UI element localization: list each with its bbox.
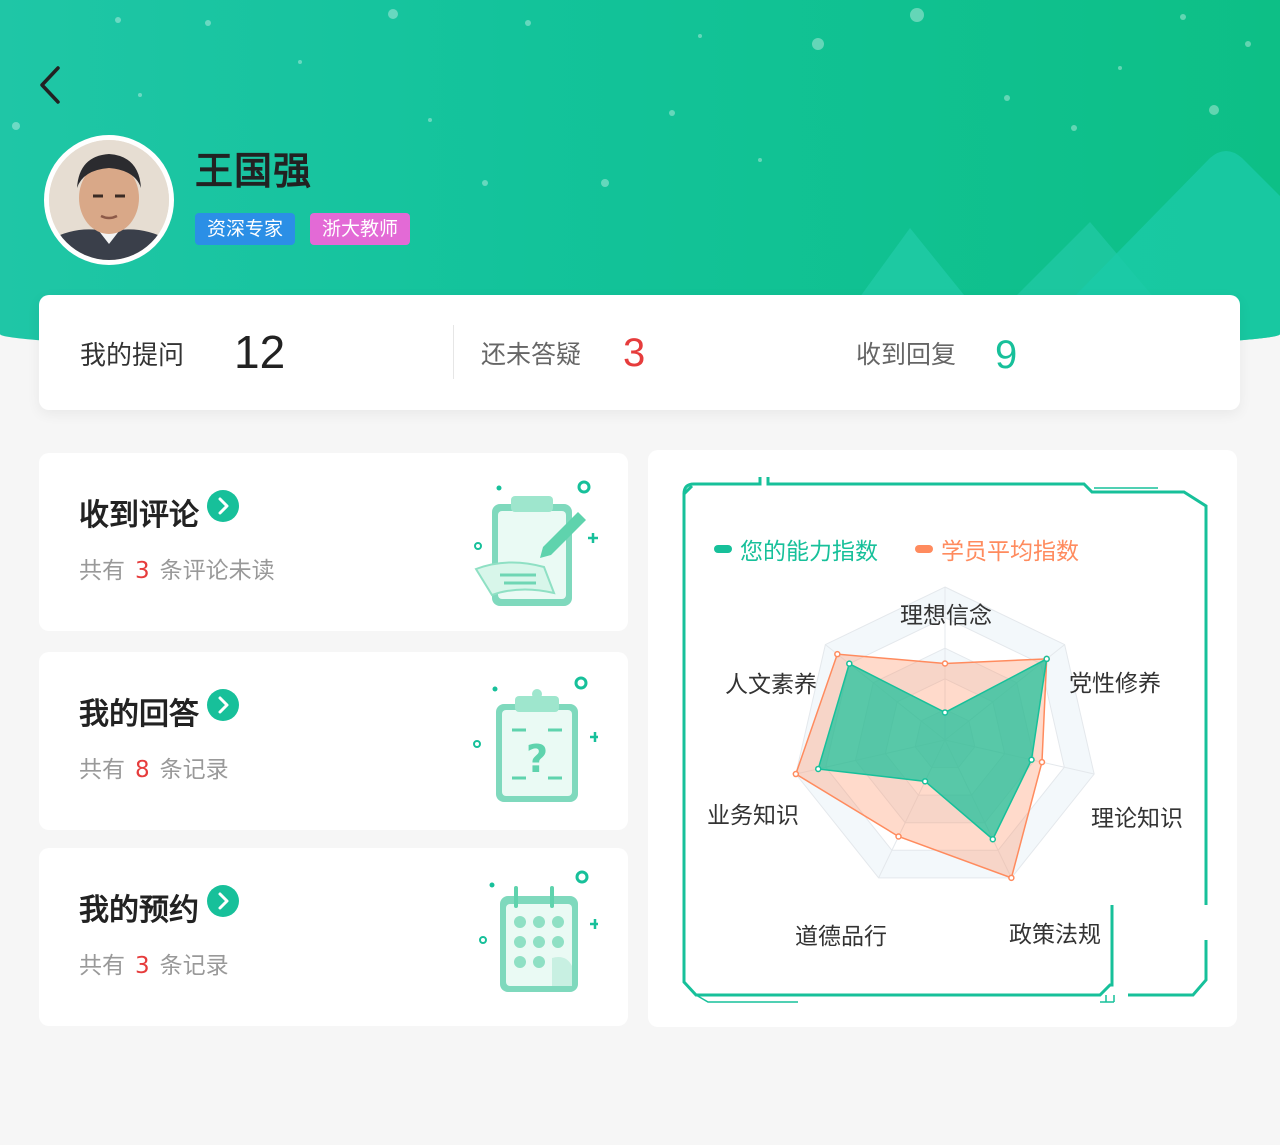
axis-label-morality: 道德品行 xyxy=(795,924,887,950)
radar-point xyxy=(792,770,800,778)
legend-item-ability: 您的能力指数 xyxy=(714,532,878,566)
legend-label: 您的能力指数 xyxy=(740,539,878,565)
clipboard-edit-icon xyxy=(474,480,598,606)
stat-unanswered-value: 3 xyxy=(623,331,646,375)
card-sub-suffix: 条评论未读 xyxy=(159,558,275,584)
radar-point xyxy=(814,765,822,773)
arrow-right-icon[interactable] xyxy=(207,885,239,917)
divider xyxy=(453,325,454,379)
card-count: 3 xyxy=(135,953,150,979)
radar-point xyxy=(1043,655,1050,663)
axis-label-policy: 政策法规 xyxy=(1009,922,1101,948)
axis-label-humanities: 人文素养 xyxy=(725,672,817,698)
card-my-appointments[interactable]: 我的预约 共有 3 条记录 xyxy=(39,848,628,1026)
card-subtitle: 共有 3 条记录 xyxy=(79,946,229,980)
legend-swatch xyxy=(714,545,732,553)
card-count: 8 xyxy=(135,757,150,783)
axis-label-party-spirit: 党性修养 xyxy=(1069,671,1161,697)
avatar xyxy=(44,135,174,265)
calendar-icon xyxy=(479,870,598,992)
legend-swatch xyxy=(915,545,933,553)
radar-point xyxy=(921,778,929,785)
card-subtitle: 共有 3 条评论未读 xyxy=(79,551,275,585)
stat-questions-label: 我的提问 xyxy=(80,341,185,371)
stat-questions-value: 12 xyxy=(234,326,286,378)
radar-point xyxy=(846,660,853,667)
card-received-comments[interactable]: 收到评论 共有 3 条评论未读 xyxy=(39,453,628,631)
radar-point xyxy=(834,650,841,658)
card-count: 3 xyxy=(135,558,150,584)
card-title: 我的预约 xyxy=(79,893,199,928)
legend-item-average: 学员平均指数 xyxy=(915,532,1079,566)
stats-bar: 我的提问 12 还未答疑 3 收到回复 9 xyxy=(39,295,1240,410)
radar-point xyxy=(1028,756,1035,763)
tag-senior-expert: 资深专家 xyxy=(195,213,296,245)
card-sub-prefix: 共有 xyxy=(79,558,125,584)
tag-zju-teacher: 浙大教师 xyxy=(310,213,411,245)
radar-point xyxy=(1008,874,1015,882)
radar-point xyxy=(989,836,997,843)
back-button[interactable] xyxy=(32,62,72,108)
arrow-right-icon[interactable] xyxy=(207,689,239,721)
axis-label-theory: 理论知识 xyxy=(1091,806,1183,832)
stat-replies-value: 9 xyxy=(995,333,1018,377)
axis-label-ideals: 理想信念 xyxy=(900,603,992,629)
card-title: 我的回答 xyxy=(79,697,199,732)
chevron-left-icon xyxy=(40,66,60,104)
avatar-portrait xyxy=(49,140,169,260)
card-sub-suffix: 条记录 xyxy=(159,757,229,783)
legend-label: 学员平均指数 xyxy=(941,539,1079,565)
stat-unanswered-label: 还未答疑 xyxy=(481,340,582,369)
stat-replies-label: 收到回复 xyxy=(856,340,957,369)
radar-point xyxy=(895,833,902,840)
ability-radar-card: 您的能力指数 学员平均指数 理想信念 党性修养 理论知识 政策法规 道德品行 业… xyxy=(648,450,1237,1027)
radar-point xyxy=(941,660,949,667)
axis-label-business: 业务知识 xyxy=(707,803,799,829)
radar-point xyxy=(941,709,949,716)
radar-point xyxy=(1038,758,1046,766)
card-subtitle: 共有 8 条记录 xyxy=(79,750,229,784)
user-name: 王国强 xyxy=(195,149,313,193)
card-my-answers[interactable]: 我的回答 共有 8 条记录 ? xyxy=(39,652,628,830)
arrow-right-icon[interactable] xyxy=(207,490,239,522)
card-sub-suffix: 条记录 xyxy=(159,953,229,979)
card-sub-prefix: 共有 xyxy=(79,757,125,783)
card-title: 收到评论 xyxy=(79,498,199,533)
clipboard-question-icon: ? xyxy=(473,676,598,802)
card-sub-prefix: 共有 xyxy=(79,953,125,979)
svg-text:?: ? xyxy=(526,737,548,781)
